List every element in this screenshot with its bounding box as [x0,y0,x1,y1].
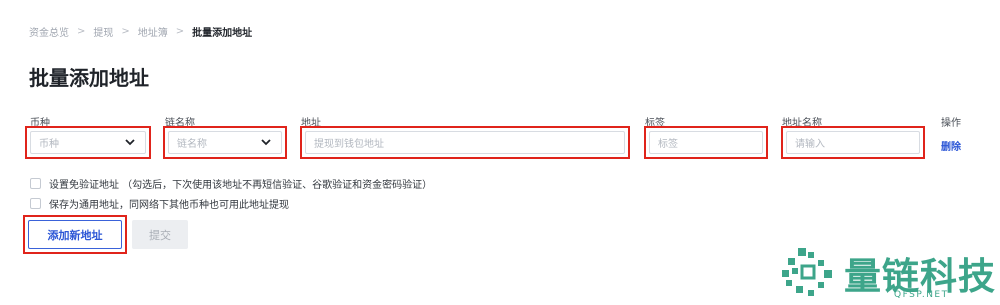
address-name-input-highlight: 请输入 [781,126,925,159]
add-new-address-button[interactable]: 添加新地址 [28,220,122,249]
chain-select-placeholder: 链名称 [177,139,207,150]
chevron-down-icon[interactable] [259,136,273,150]
coin-select-highlight: 币种 [25,126,151,159]
universal-address-option[interactable]: 保存为通用地址，同网络下其他币种也可用此地址提现 [30,196,289,211]
coin-select-placeholder: 币种 [39,139,59,150]
watermark-url: QFSP.NET [894,290,949,300]
breadcrumb-item-withdraw[interactable]: 提现 [93,24,113,39]
address-input-placeholder: 提现到钱包地址 [314,139,384,150]
coin-select[interactable]: 币种 [30,131,146,154]
chain-select-highlight: 链名称 [163,126,287,159]
address-name-input[interactable]: 请输入 [786,131,920,154]
breadcrumb-separator: > [175,26,185,37]
breadcrumb-item-funds-overview[interactable]: 资金总览 [29,24,69,39]
chevron-down-icon[interactable] [123,136,137,150]
submit-button[interactable]: 提交 [132,220,188,249]
chain-select[interactable]: 链名称 [168,131,282,154]
tag-input-highlight: 标签 [644,126,768,159]
exempt-verification-checkbox[interactable] [30,178,41,189]
watermark-logo-icon [782,248,832,296]
universal-address-label: 保存为通用地址，同网络下其他币种也可用此地址提现 [49,200,289,211]
breadcrumb-item-address-book[interactable]: 地址簿 [138,24,168,39]
add-address-highlight: 添加新地址 [23,215,127,254]
exempt-verification-label: 设置免验证地址 （勾选后，下次使用该地址不再短信验证、谷歌验证和资金密码验证） [49,180,433,191]
breadcrumb-separator: > [77,26,86,37]
address-name-input-placeholder: 请输入 [795,139,825,150]
universal-address-checkbox[interactable] [30,198,41,209]
exempt-verification-option[interactable]: 设置免验证地址 （勾选后，下次使用该地址不再短信验证、谷歌验证和资金密码验证） [30,176,432,191]
breadcrumb-separator: > [121,26,130,37]
page-title: 批量添加地址 [29,66,149,90]
delete-link[interactable]: 删除 [941,138,961,153]
column-label-action: 操作 [941,118,961,129]
address-input[interactable]: 提现到钱包地址 [305,131,625,154]
tag-input-placeholder: 标签 [658,139,678,150]
address-input-highlight: 提现到钱包地址 [300,126,630,159]
breadcrumb: 资金总览 > 提现 > 地址簿 > 批量添加地址 [29,24,252,39]
tag-input[interactable]: 标签 [649,131,763,154]
breadcrumb-current: 批量添加地址 [192,28,253,39]
